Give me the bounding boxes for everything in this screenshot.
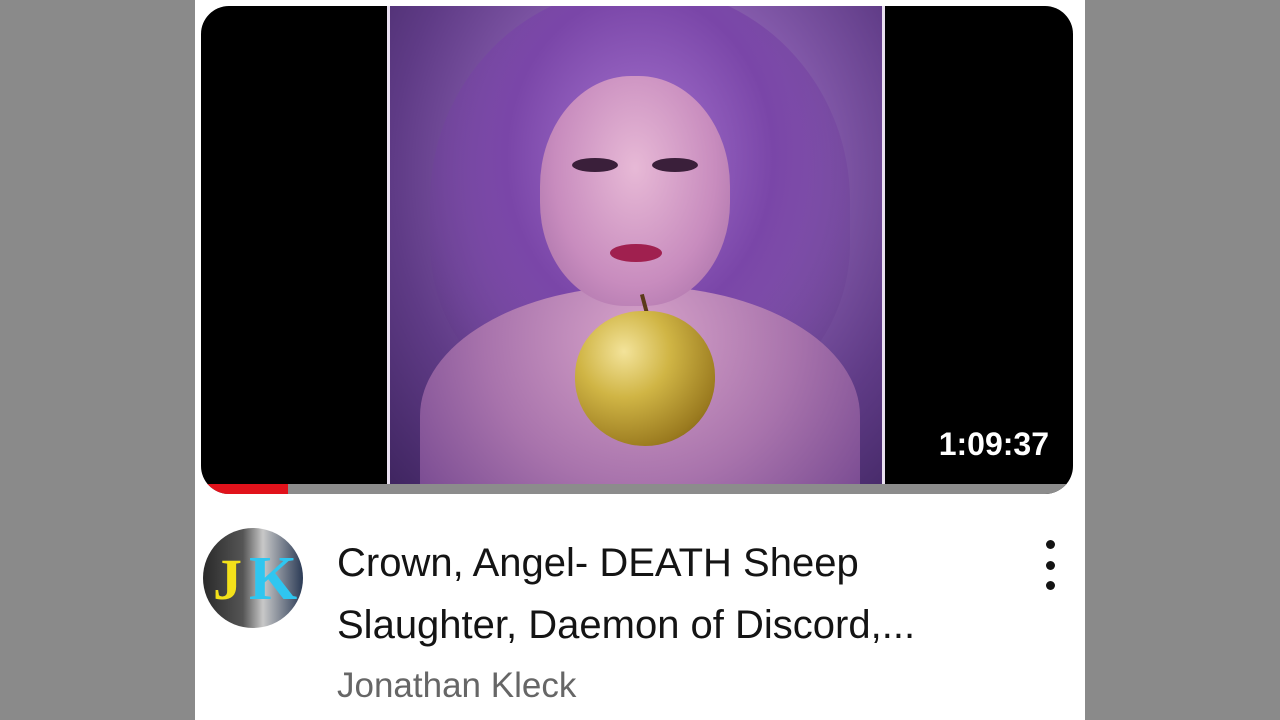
watch-progress-fill [201,484,289,494]
artwork-eye-right [652,158,698,172]
menu-dot [1045,540,1055,549]
avatar-letter-j: J [213,547,242,612]
menu-dot [1045,560,1055,570]
thumbnail-artwork [387,6,885,486]
watch-progress-bar [201,484,1073,494]
video-card[interactable]: 1:09:37 J K Crown, Angel- DEATH Sheep Sl… [195,0,1085,720]
channel-name[interactable]: Jonathan Kleck [337,666,576,706]
artwork-lips [610,244,662,262]
channel-avatar[interactable]: J K [203,528,303,628]
artwork-golden-apple [575,311,715,446]
avatar-letter-k: K [249,545,298,613]
video-thumbnail[interactable]: 1:09:37 [201,6,1073,494]
video-title[interactable]: Crown, Angel- DEATH Sheep Slaughter, Dae… [337,532,997,656]
menu-dot [1045,581,1055,590]
more-vert-icon[interactable] [1035,540,1065,590]
artwork-face [540,76,730,306]
video-duration-badge: 1:09:37 [938,426,1049,462]
artwork-eye-left [572,158,618,172]
